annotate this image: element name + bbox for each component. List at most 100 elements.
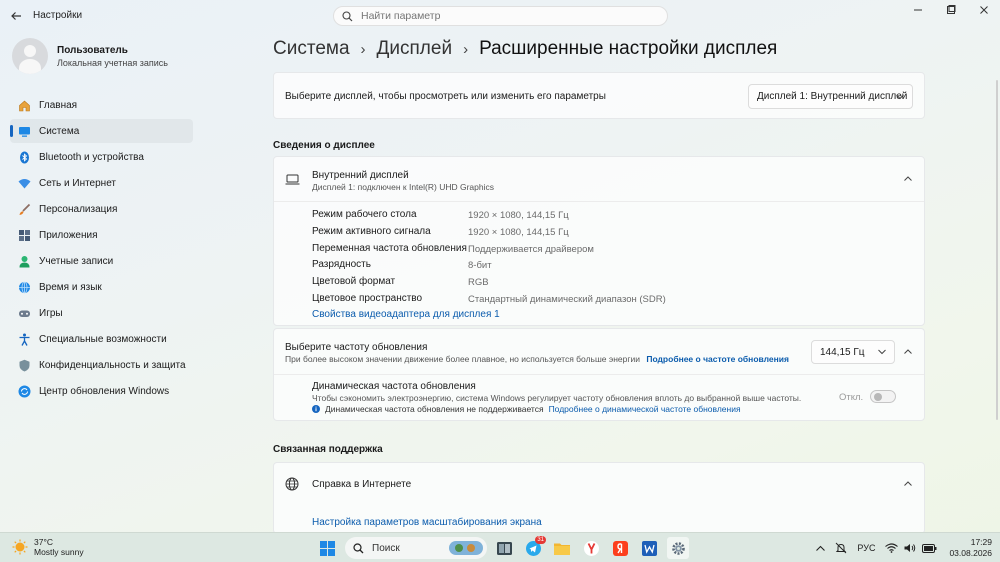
laptop-icon (285, 174, 300, 185)
games-icon (17, 306, 31, 320)
info-label-bit-depth: Разрядность (312, 259, 371, 270)
dynamic-refresh-learn-link[interactable]: Подробнее о динамической частоте обновле… (549, 404, 741, 414)
sidebar-item-personalization[interactable]: Персонализация (10, 197, 193, 221)
refresh-rate-dropdown[interactable]: 144,15 Гц (811, 340, 895, 364)
maximize-button[interactable] (934, 0, 967, 20)
yandex-button[interactable] (580, 537, 602, 559)
search-icon (353, 542, 364, 553)
language-indicator[interactable]: РУС (857, 543, 875, 553)
time-language-icon (17, 280, 31, 294)
weather-desc: Mostly sunny (34, 547, 84, 557)
shield-icon (17, 358, 31, 372)
info-label-color-format: Цветовой формат (312, 276, 396, 287)
chevron-right-icon: › (360, 40, 366, 58)
accounts-icon (17, 254, 31, 268)
display-info-header[interactable]: Внутренний дисплей Дисплей 1: подключен … (274, 157, 924, 201)
refresh-rate-sub: При более высоком значении движение боле… (285, 354, 640, 364)
sidebar-item-label: Учетные записи (39, 255, 114, 267)
maximize-icon (946, 5, 955, 14)
sidebar-item-bluetooth[interactable]: Bluetooth и устройства (10, 145, 193, 169)
taskbar-search[interactable]: Поиск (345, 537, 487, 559)
breadcrumb-display[interactable]: Дисплей (377, 38, 453, 60)
yandex-app-button[interactable] (609, 537, 631, 559)
chevron-up-icon[interactable] (904, 349, 912, 354)
search-icon (342, 10, 353, 21)
refresh-rate-description: При более высоком значении движение боле… (285, 354, 789, 364)
tray-notifications-off[interactable] (835, 542, 847, 554)
window-controls (901, 0, 1000, 20)
avatar (12, 38, 48, 74)
info-value-desktop-mode: 1920 × 1080, 144,15 Гц (468, 210, 569, 221)
sidebar-item-games[interactable]: Игры (10, 301, 193, 325)
gear-icon (671, 541, 685, 555)
search-box[interactable] (333, 6, 668, 26)
windows-icon (319, 540, 335, 556)
bluetooth-icon (17, 150, 31, 164)
sidebar-item-time-language[interactable]: Время и язык (10, 275, 193, 299)
sidebar-item-home[interactable]: Главная (10, 93, 193, 117)
sidebar-item-label: Специальные возможности (39, 333, 167, 345)
search-input[interactable] (361, 10, 641, 22)
close-button[interactable] (967, 0, 1000, 20)
weather-widget[interactable]: 37°C Mostly sunny (12, 537, 84, 557)
adapter-properties-link[interactable]: Свойства видеоадаптера для дисплея 1 (312, 309, 500, 320)
system-tray: РУС 17:29 03.08.2026 (806, 537, 992, 559)
taskbar: 37°C Mostly sunny Поиск 31 РУС 17:29 03.… (0, 532, 1000, 562)
telegram-button[interactable]: 31 (522, 536, 546, 559)
user-profile[interactable]: Пользователь Локальная учетная запись (12, 38, 168, 74)
start-button[interactable] (316, 537, 338, 559)
sidebar-item-privacy[interactable]: Конфиденциальность и защита (10, 353, 193, 377)
display-info-subtitle: Дисплей 1: подключен к Intel(R) UHD Grap… (312, 182, 494, 192)
display-select-card: Выберите дисплей, чтобы просмотреть или … (273, 72, 925, 119)
info-icon (312, 405, 320, 413)
minimize-button[interactable] (901, 0, 934, 20)
breadcrumb: Система › Дисплей › Расширенные настройк… (273, 38, 777, 60)
sidebar-item-label: Центр обновления Windows (39, 385, 170, 397)
refresh-rate-learn-link[interactable]: Подробнее о частоте обновления (646, 354, 789, 364)
sidebar-item-label: Система (39, 125, 80, 137)
back-button[interactable] (8, 8, 24, 24)
sidebar-item-accessibility[interactable]: Специальные возможности (10, 327, 193, 351)
chevron-up-icon (904, 176, 912, 181)
volume-icon (904, 544, 916, 552)
related-support-heading: Связанная поддержка (273, 444, 383, 455)
file-explorer-button[interactable] (551, 537, 573, 559)
info-value-vrr: Поддерживается драйвером (468, 244, 594, 255)
display-dropdown[interactable]: Дисплей 1: Внутренний дисплей (748, 84, 913, 109)
sidebar-item-network[interactable]: Сеть и Интернет (10, 171, 193, 195)
yandex-icon (612, 540, 628, 556)
dynamic-refresh-toggle[interactable] (870, 390, 896, 403)
info-value-color-format: RGB (468, 277, 489, 288)
clock[interactable]: 17:29 03.08.2026 (949, 537, 992, 559)
folder-icon (554, 543, 570, 555)
sidebar-item-label: Время и язык (39, 281, 102, 293)
help-card: Справка в Интернете Настройка параметров… (273, 462, 925, 534)
settings-button[interactable] (667, 537, 689, 559)
update-icon (17, 384, 31, 398)
home-icon (17, 98, 31, 112)
info-label-vrr: Переменная частота обновления (312, 243, 467, 254)
scaling-help-link[interactable]: Настройка параметров масштабирования экр… (312, 517, 542, 528)
display-info-card: Внутренний дисплей Дисплей 1: подключен … (273, 156, 925, 326)
sidebar-item-system[interactable]: Система (10, 119, 193, 143)
sidebar-item-accounts[interactable]: Учетные записи (10, 249, 193, 273)
battery-button[interactable] (922, 543, 937, 553)
chevron-right-icon: › (463, 40, 469, 58)
scrollbar[interactable] (996, 80, 998, 420)
dynamic-refresh-note-row: Динамическая частота обновления не подде… (312, 404, 741, 414)
tray-overflow-button[interactable] (816, 545, 826, 551)
refresh-rate-title: Выберите частоту обновления (285, 342, 428, 353)
dynamic-refresh-sub: Чтобы сэкономить электроэнергию, система… (312, 393, 802, 403)
word-button[interactable] (638, 537, 660, 559)
clock-time: 17:29 (970, 537, 992, 547)
sidebar-item-windows-update[interactable]: Центр обновления Windows (10, 379, 193, 403)
help-header[interactable]: Справка в Интернете (274, 463, 924, 505)
sidebar-item-apps[interactable]: Приложения (10, 223, 193, 247)
volume-button[interactable] (904, 543, 916, 553)
dynamic-refresh-toggle-state: Откл. (839, 392, 864, 403)
sidebar-item-label: Сеть и Интернет (39, 177, 117, 189)
breadcrumb-system[interactable]: Система (273, 38, 350, 60)
wifi-button[interactable] (885, 543, 899, 553)
word-icon (641, 540, 657, 556)
task-view-button[interactable] (493, 537, 515, 559)
